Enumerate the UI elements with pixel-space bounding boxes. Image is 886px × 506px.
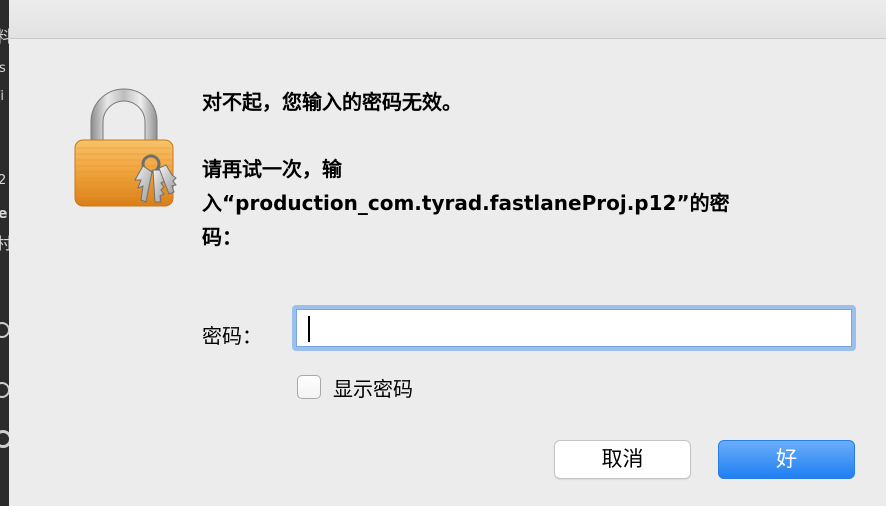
password-field[interactable] — [292, 305, 856, 351]
screen: 料 s /i 2 e 村 — [0, 0, 886, 506]
background-glyph: /i — [0, 89, 4, 104]
show-password-checkbox[interactable] — [297, 375, 321, 399]
background-mark-icon — [0, 322, 9, 338]
background-glyph: 料 — [0, 27, 9, 46]
cancel-button[interactable]: 取消 — [554, 440, 691, 479]
background-glyph: s — [0, 61, 6, 76]
ok-button[interactable]: 好 — [718, 440, 855, 479]
background-mark-icon — [0, 382, 9, 398]
window-title-bar — [9, 0, 886, 39]
text-caret — [308, 316, 310, 342]
password-input[interactable] — [296, 309, 852, 347]
dialog-message: 请再试一次，输 入“production_com.tyrad.fastlaneP… — [202, 152, 832, 254]
show-password-label[interactable]: 显示密码 — [333, 373, 413, 402]
password-label: 密码： — [202, 324, 262, 348]
background-glyph: e — [0, 206, 8, 222]
dialog-message-line: 入“production_com.tyrad.fastlaneProj.p12”… — [202, 191, 730, 215]
background-glyph: 2 — [0, 173, 7, 188]
background-window-edge: 料 s /i 2 e 村 — [0, 0, 9, 506]
dialog-message-line: 码： — [202, 225, 242, 249]
password-dialog: 对不起，您输入的密码无效。 请再试一次，输 入“production_com.t… — [9, 39, 886, 506]
dialog-message-line: 请再试一次，输 — [202, 157, 342, 181]
background-mark-icon — [0, 430, 9, 448]
show-password-option[interactable]: 显示密码 — [297, 372, 413, 402]
background-glyph: 村 — [0, 234, 9, 253]
padlock-with-keys-icon — [74, 88, 177, 207]
dialog-title: 对不起，您输入的密码无效。 — [202, 90, 462, 114]
